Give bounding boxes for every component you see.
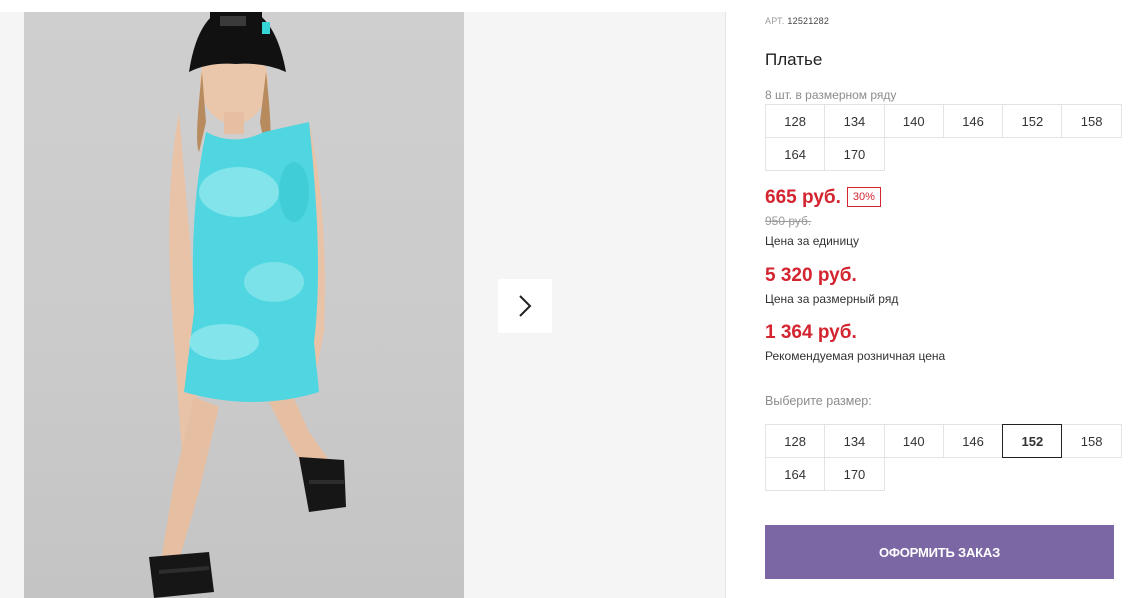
size-option[interactable]: 134 xyxy=(824,424,885,458)
next-image-button[interactable] xyxy=(498,279,552,333)
size-row-cell: 146 xyxy=(942,104,1004,138)
article-value: 12521282 xyxy=(787,16,830,26)
product-info-panel: АРТ. 12521282 Платье 8 шт. в размерном ря… xyxy=(765,0,1125,598)
choose-size-caption: Выберите размер: xyxy=(765,394,872,408)
size-option[interactable]: 164 xyxy=(765,457,826,491)
chevron-right-icon xyxy=(519,295,532,317)
unit-price: 665 руб. xyxy=(765,187,841,208)
size-option[interactable]: 140 xyxy=(883,424,944,458)
article-number: АРТ. 12521282 xyxy=(765,16,829,26)
size-select-grid: 128 134 140 146 152 158 164 170 xyxy=(765,424,1122,491)
size-option-selected[interactable]: 152 xyxy=(1002,424,1063,458)
place-order-button[interactable]: ОФОРМИТЬ ЗАКАЗ xyxy=(765,525,1114,579)
size-option[interactable]: 128 xyxy=(765,424,826,458)
size-option[interactable]: 158 xyxy=(1061,424,1122,458)
retail-price: 1 364 руб. xyxy=(765,322,857,343)
size-row-cell: 140 xyxy=(883,104,944,138)
unit-price-label: Цена за единицу xyxy=(765,234,860,248)
size-row-cell: 164 xyxy=(765,137,826,171)
size-option[interactable]: 170 xyxy=(824,457,885,491)
product-gallery xyxy=(0,12,726,598)
size-row-cell: 170 xyxy=(824,137,885,171)
row-price-label: Цена за размерный ряд xyxy=(765,292,899,306)
size-row-cell: 128 xyxy=(765,104,826,138)
unit-price-line: 665 руб. 30% xyxy=(765,187,881,209)
discount-badge: 30% xyxy=(846,187,881,207)
size-row-cell: 134 xyxy=(824,104,885,138)
size-row-grid: 128 134 140 146 152 158 164 170 xyxy=(765,104,1122,171)
size-row-cell: 152 xyxy=(1002,104,1063,138)
product-title: Платье xyxy=(765,50,823,69)
size-row-caption: 8 шт. в размерном ряду xyxy=(765,88,897,102)
article-label: АРТ. xyxy=(765,16,785,26)
size-row-cell: 158 xyxy=(1061,104,1122,138)
retail-price-label: Рекомендуемая розничная цена xyxy=(765,349,946,363)
size-option[interactable]: 146 xyxy=(942,424,1004,458)
old-price: 950 руб. xyxy=(765,214,812,228)
row-price: 5 320 руб. xyxy=(765,265,857,286)
product-photo xyxy=(24,12,464,598)
